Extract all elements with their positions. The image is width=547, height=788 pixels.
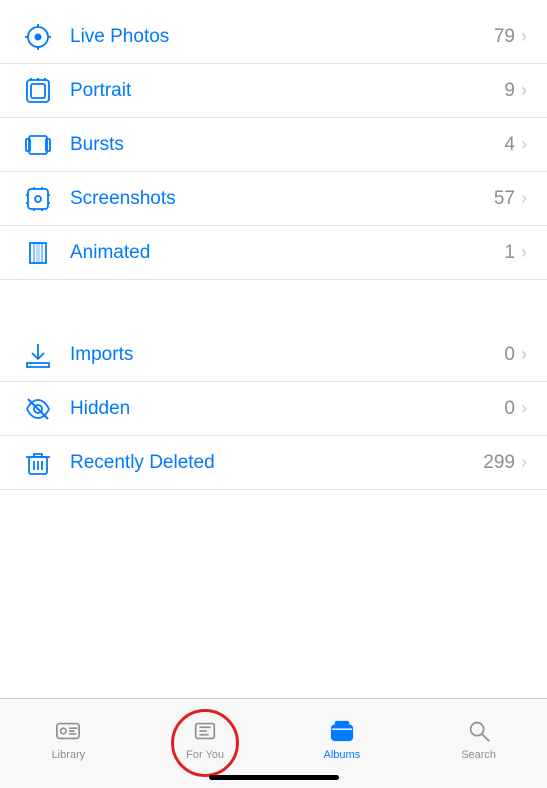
item-count-imports: 0 — [504, 344, 515, 366]
chevron-icon-portrait: › — [521, 80, 527, 101]
list-item-screenshots[interactable]: Screenshots 57 › — [0, 172, 547, 226]
tab-search[interactable]: Search — [410, 715, 547, 761]
chevron-icon-hidden: › — [521, 398, 527, 419]
for-you-tab-icon — [190, 717, 220, 745]
for-you-tab-label: For You — [186, 749, 224, 761]
chevron-icon-live-photos: › — [521, 26, 527, 47]
albums-tab-label: Albums — [324, 749, 361, 761]
item-label-imports: Imports — [70, 344, 504, 366]
hidden-icon — [20, 391, 56, 427]
item-count-animated: 1 — [504, 242, 515, 264]
tab-albums[interactable]: Albums — [274, 715, 411, 761]
item-label-recently-deleted: Recently Deleted — [70, 452, 483, 474]
chevron-icon-screenshots: › — [521, 188, 527, 209]
search-tab-icon — [464, 717, 494, 745]
trash-icon — [20, 445, 56, 481]
list-item-imports[interactable]: Imports 0 › — [0, 328, 547, 382]
section-spacer — [0, 280, 547, 298]
animated-icon — [20, 235, 56, 271]
item-label-portrait: Portrait — [70, 80, 504, 102]
item-count-screenshots: 57 — [494, 188, 515, 210]
list-item-portrait[interactable]: Portrait 9 › — [0, 64, 547, 118]
live-photos-icon — [20, 19, 56, 55]
library-tab-label: Library — [52, 749, 86, 761]
albums-list: Live Photos 79 › Portrait 9 › Bursts 4 ›… — [0, 0, 547, 698]
imports-icon — [20, 337, 56, 373]
item-count-live-photos: 79 — [494, 26, 515, 48]
item-label-screenshots: Screenshots — [70, 188, 494, 210]
item-label-hidden: Hidden — [70, 398, 504, 420]
utilities-section-header — [0, 298, 547, 328]
item-label-live-photos: Live Photos — [70, 26, 494, 48]
list-item-recently-deleted[interactable]: Recently Deleted 299 › — [0, 436, 547, 490]
item-label-bursts: Bursts — [70, 134, 504, 156]
albums-tab-icon — [327, 717, 357, 745]
screenshots-icon — [20, 181, 56, 217]
search-tab-label: Search — [461, 749, 496, 761]
chevron-icon-recently-deleted: › — [521, 452, 527, 473]
item-count-bursts: 4 — [504, 134, 515, 156]
tab-bar: Library For You Albums Search — [0, 698, 547, 788]
chevron-icon-animated: › — [521, 242, 527, 263]
item-count-hidden: 0 — [504, 398, 515, 420]
list-item-bursts[interactable]: Bursts 4 › — [0, 118, 547, 172]
chevron-icon-imports: › — [521, 344, 527, 365]
item-count-recently-deleted: 299 — [483, 452, 515, 474]
list-item-live-photos[interactable]: Live Photos 79 › — [0, 10, 547, 64]
portrait-icon — [20, 73, 56, 109]
list-item-animated[interactable]: Animated 1 › — [0, 226, 547, 280]
library-tab-icon — [53, 717, 83, 745]
chevron-icon-bursts: › — [521, 134, 527, 155]
item-count-portrait: 9 — [504, 80, 515, 102]
tab-for-you[interactable]: For You — [137, 715, 274, 761]
home-indicator — [209, 775, 339, 780]
item-label-animated: Animated — [70, 242, 504, 264]
tab-library[interactable]: Library — [0, 715, 137, 761]
list-item-hidden[interactable]: Hidden 0 › — [0, 382, 547, 436]
bursts-icon — [20, 127, 56, 163]
